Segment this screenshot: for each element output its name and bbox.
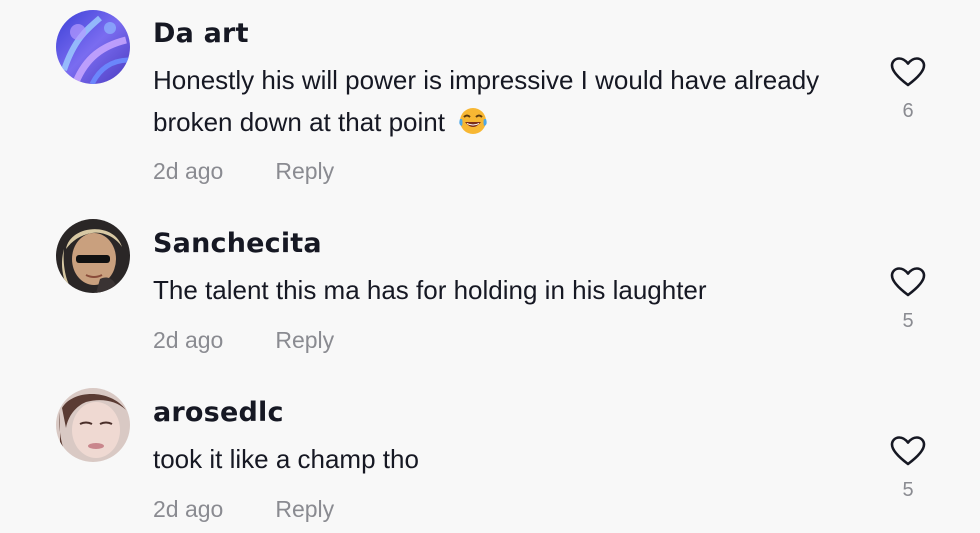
comment-item: Da art Honestly his will power is impres…: [0, 0, 980, 200]
comment-username[interactable]: arosedlc: [153, 397, 284, 428]
comment-username[interactable]: Sanchecita: [153, 228, 322, 259]
comment-item: Sanchecita The talent this ma has for ho…: [0, 200, 980, 370]
avatar-image: [56, 10, 130, 84]
like-control[interactable]: 6: [888, 56, 928, 123]
reply-button[interactable]: Reply: [275, 327, 334, 353]
like-count: 6: [902, 100, 914, 122]
comment-timestamp: 2d ago: [153, 496, 224, 522]
like-control[interactable]: 5: [888, 266, 928, 333]
reply-button[interactable]: Reply: [275, 158, 334, 184]
like-control[interactable]: 5: [888, 435, 928, 502]
avatar-image: [56, 219, 130, 293]
comment-username[interactable]: Da art: [153, 18, 249, 49]
reply-button[interactable]: Reply: [275, 496, 334, 522]
comment-text: The talent this ma has for holding in hi…: [153, 275, 707, 305]
comment-item: arosedlc took it like a champ tho 2d ago…: [0, 370, 980, 533]
comment-text: Honestly his will power is impressive I …: [153, 59, 833, 143]
like-count: 5: [902, 310, 914, 332]
avatar[interactable]: [56, 388, 130, 462]
heart-outline-icon[interactable]: [890, 435, 926, 467]
heart-outline-icon[interactable]: [890, 56, 926, 88]
avatar[interactable]: [56, 219, 130, 293]
laughing-emoji-icon: [459, 108, 487, 134]
avatar[interactable]: [56, 10, 130, 84]
heart-outline-icon[interactable]: [890, 266, 926, 298]
comment-text: took it like a champ tho: [153, 444, 419, 474]
comment-timestamp: 2d ago: [153, 327, 224, 353]
comment-meta: 2d ago Reply: [153, 496, 334, 523]
avatar-image: [56, 388, 130, 462]
comment-meta: 2d ago Reply: [153, 158, 334, 185]
comment-timestamp: 2d ago: [153, 158, 224, 184]
like-count: 5: [902, 479, 914, 501]
comment-meta: 2d ago Reply: [153, 327, 334, 354]
